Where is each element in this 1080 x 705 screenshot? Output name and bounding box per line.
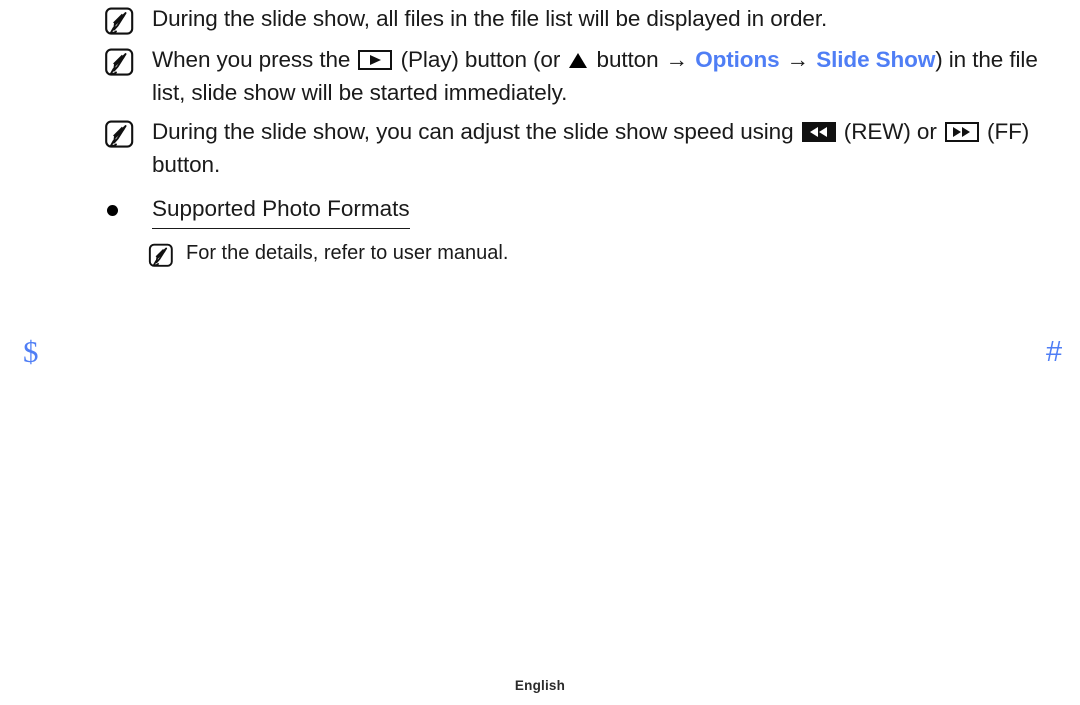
- menu-path-slide-show: Slide Show: [810, 47, 936, 72]
- note-pen-icon: [105, 7, 134, 35]
- menu-path-options: Options: [689, 47, 786, 72]
- note-1-text: During the slide show, all files in the …: [152, 6, 828, 31]
- bullet-heading-row: Supported Photo Formats: [104, 192, 1044, 229]
- bullet-heading-wrap: Supported Photo Formats: [152, 192, 410, 229]
- left-corner-marker: $: [23, 334, 39, 369]
- footer-language-label: English: [514, 678, 566, 693]
- note-text: During the slide show, you can adjust th…: [152, 115, 1044, 181]
- bullet-cell: [104, 192, 152, 216]
- note-icon-cell: [104, 2, 152, 37]
- note-row: During the slide show, all files in the …: [104, 2, 1044, 37]
- up-arrow-icon: [569, 53, 588, 68]
- rewind-button-icon: [801, 122, 836, 142]
- arrow-right-glyph: →: [786, 47, 810, 72]
- note-row: During the slide show, you can adjust th…: [104, 115, 1044, 181]
- content-column: During the slide show, all files in the …: [104, 2, 1044, 269]
- note-icon-cell: [104, 43, 152, 78]
- note-text: When you press the (Play) button (or but…: [152, 43, 1044, 109]
- note-pen-icon: [105, 120, 134, 148]
- fast-forward-button-icon: [944, 122, 979, 142]
- note-2-mid-text: (Play) button (or: [394, 47, 567, 72]
- note-2-button-text: button: [590, 47, 665, 72]
- manual-page: During the slide show, all files in the …: [0, 0, 1080, 705]
- right-corner-marker: #: [1046, 336, 1063, 368]
- section-heading-supported-photo-formats: Supported Photo Formats: [152, 192, 410, 229]
- note-3-lead-text: During the slide show, you can adjust th…: [152, 119, 800, 144]
- note-icon-cell: [148, 239, 186, 269]
- sub-note-text: For the details, refer to user manual.: [186, 242, 509, 264]
- note-3-mid-text: (REW) or: [837, 119, 943, 144]
- note-icon-cell: [104, 115, 152, 150]
- play-button-icon: [358, 50, 393, 70]
- sub-note-row: For the details, refer to user manual.: [148, 239, 1044, 269]
- note-pen-icon: [105, 48, 134, 76]
- note-text: During the slide show, all files in the …: [152, 2, 1044, 35]
- note-2-lead-text: When you press the: [152, 47, 357, 72]
- note-row: When you press the (Play) button (or but…: [104, 43, 1044, 109]
- bullet-dot-icon: [107, 205, 118, 216]
- note-pen-icon: [148, 243, 173, 267]
- arrow-right-glyph: →: [665, 47, 689, 72]
